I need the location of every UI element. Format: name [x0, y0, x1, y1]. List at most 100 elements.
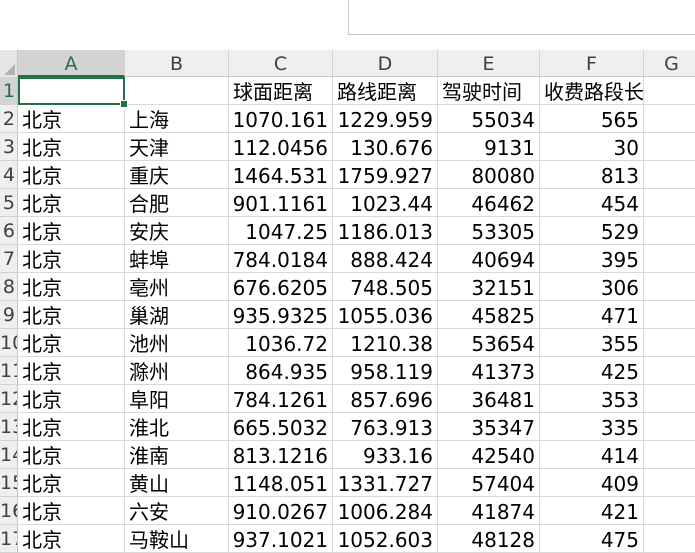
table-cell[interactable]: 阜阳: [125, 385, 229, 413]
table-cell[interactable]: 1006.284: [333, 497, 438, 525]
row-header-15[interactable]: 15: [0, 469, 18, 497]
table-cell[interactable]: 409: [540, 469, 644, 497]
table-cell[interactable]: 上海: [125, 105, 229, 133]
row-header-14[interactable]: 14: [0, 441, 18, 469]
table-cell[interactable]: 130.676: [333, 133, 438, 161]
table-cell[interactable]: 937.1021: [229, 525, 333, 553]
table-cell[interactable]: 676.6205: [229, 273, 333, 301]
table-cell[interactable]: 合肥: [125, 189, 229, 217]
table-cell[interactable]: 36481: [438, 385, 540, 413]
header-cell[interactable]: [644, 77, 695, 105]
table-cell[interactable]: 北京: [18, 105, 125, 133]
table-cell[interactable]: 北京: [18, 385, 125, 413]
table-cell[interactable]: 1229.959: [333, 105, 438, 133]
table-cell[interactable]: 45825: [438, 301, 540, 329]
table-cell[interactable]: [644, 329, 695, 357]
header-cell[interactable]: 球面距离: [229, 77, 333, 105]
table-cell[interactable]: 958.119: [333, 357, 438, 385]
table-cell[interactable]: 80080: [438, 161, 540, 189]
table-cell[interactable]: 813.1216: [229, 441, 333, 469]
table-cell[interactable]: 北京: [18, 329, 125, 357]
row-header-11[interactable]: 11: [0, 357, 18, 385]
table-cell[interactable]: [644, 469, 695, 497]
table-cell[interactable]: 1036.72: [229, 329, 333, 357]
table-cell[interactable]: 42540: [438, 441, 540, 469]
table-cell[interactable]: [644, 357, 695, 385]
table-cell[interactable]: [644, 105, 695, 133]
table-cell[interactable]: 395: [540, 245, 644, 273]
table-cell[interactable]: 安庆: [125, 217, 229, 245]
table-cell[interactable]: 857.696: [333, 385, 438, 413]
table-cell[interactable]: 淮南: [125, 441, 229, 469]
table-cell[interactable]: 55034: [438, 105, 540, 133]
table-cell[interactable]: 933.16: [333, 441, 438, 469]
table-cell[interactable]: 9131: [438, 133, 540, 161]
table-cell[interactable]: 1070.161: [229, 105, 333, 133]
table-cell[interactable]: 35347: [438, 413, 540, 441]
table-cell[interactable]: 1023.44: [333, 189, 438, 217]
table-cell[interactable]: 北京: [18, 357, 125, 385]
table-cell[interactable]: 北京: [18, 217, 125, 245]
active-cell-outline[interactable]: [18, 77, 125, 105]
table-cell[interactable]: 蚌埠: [125, 245, 229, 273]
column-header-e[interactable]: E: [438, 50, 540, 77]
table-cell[interactable]: [644, 273, 695, 301]
table-cell[interactable]: 1047.25: [229, 217, 333, 245]
row-header-5[interactable]: 5: [0, 189, 18, 217]
table-cell[interactable]: 北京: [18, 497, 125, 525]
fill-handle[interactable]: [120, 100, 128, 108]
table-cell[interactable]: 淮北: [125, 413, 229, 441]
table-cell[interactable]: [644, 301, 695, 329]
select-all-button[interactable]: [0, 50, 18, 78]
table-cell[interactable]: 414: [540, 441, 644, 469]
table-cell[interactable]: 北京: [18, 441, 125, 469]
table-cell[interactable]: [644, 133, 695, 161]
table-cell[interactable]: [644, 245, 695, 273]
table-cell[interactable]: 910.0267: [229, 497, 333, 525]
table-cell[interactable]: 30: [540, 133, 644, 161]
table-cell[interactable]: 亳州: [125, 273, 229, 301]
table-cell[interactable]: 763.913: [333, 413, 438, 441]
table-cell[interactable]: 454: [540, 189, 644, 217]
row-header-9[interactable]: 9: [0, 301, 18, 329]
table-cell[interactable]: 471: [540, 301, 644, 329]
table-cell[interactable]: [644, 525, 695, 553]
header-cell[interactable]: 路线距离: [333, 77, 438, 105]
column-header-f[interactable]: F: [540, 50, 644, 77]
header-cell[interactable]: [125, 77, 229, 105]
table-cell[interactable]: 北京: [18, 301, 125, 329]
table-cell[interactable]: 巢湖: [125, 301, 229, 329]
row-header-4[interactable]: 4: [0, 161, 18, 189]
table-cell[interactable]: 1210.38: [333, 329, 438, 357]
column-header-b[interactable]: B: [125, 50, 229, 77]
header-cell[interactable]: 收费路段长度: [540, 77, 644, 105]
row-header-2[interactable]: 2: [0, 105, 18, 133]
row-header-8[interactable]: 8: [0, 273, 18, 301]
table-cell[interactable]: 1464.531: [229, 161, 333, 189]
table-cell[interactable]: 黄山: [125, 469, 229, 497]
table-cell[interactable]: 40694: [438, 245, 540, 273]
table-cell[interactable]: [644, 385, 695, 413]
formula-input[interactable]: [348, 0, 695, 35]
table-cell[interactable]: 665.5032: [229, 413, 333, 441]
table-cell[interactable]: 北京: [18, 413, 125, 441]
table-cell[interactable]: 六安: [125, 497, 229, 525]
table-cell[interactable]: 北京: [18, 189, 125, 217]
table-cell[interactable]: 353: [540, 385, 644, 413]
row-header-16[interactable]: 16: [0, 497, 18, 525]
table-cell[interactable]: [644, 413, 695, 441]
table-cell[interactable]: 46462: [438, 189, 540, 217]
table-cell[interactable]: 425: [540, 357, 644, 385]
table-cell[interactable]: 1148.051: [229, 469, 333, 497]
table-cell[interactable]: 864.935: [229, 357, 333, 385]
header-cell[interactable]: 驾驶时间: [438, 77, 540, 105]
column-header-d[interactable]: D: [333, 50, 438, 77]
table-cell[interactable]: 1052.603: [333, 525, 438, 553]
row-header-7[interactable]: 7: [0, 245, 18, 273]
column-header-a[interactable]: A: [18, 50, 125, 77]
table-cell[interactable]: 北京: [18, 133, 125, 161]
table-cell[interactable]: 784.0184: [229, 245, 333, 273]
table-cell[interactable]: 53654: [438, 329, 540, 357]
table-cell[interactable]: 57404: [438, 469, 540, 497]
table-cell[interactable]: 813: [540, 161, 644, 189]
